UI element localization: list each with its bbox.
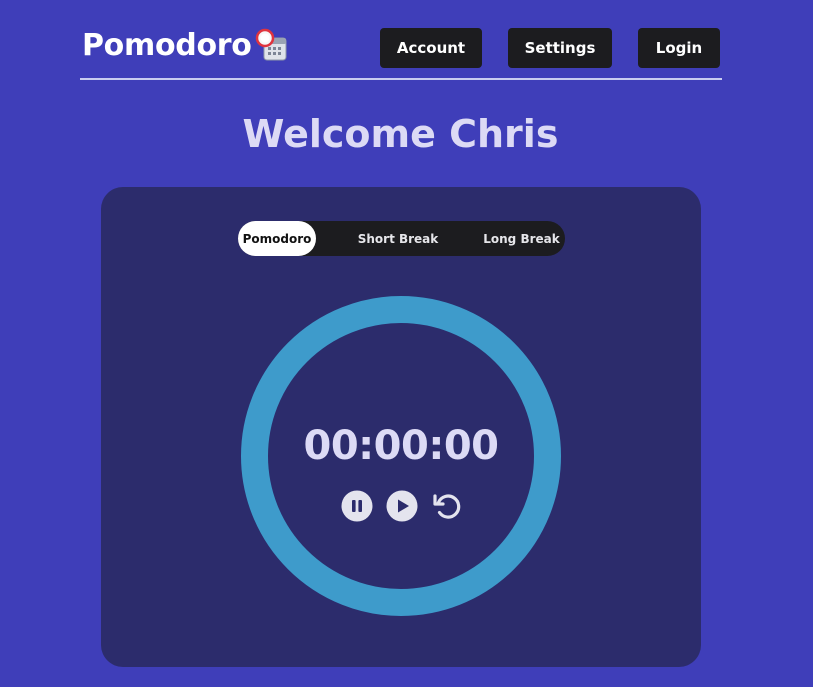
play-icon[interactable] [385, 489, 419, 523]
tab-short-break[interactable]: Short Break [350, 221, 446, 256]
header: Pomodoro Account Settings Login [80, 26, 722, 80]
timer-card: Pomodoro Short Break Long Break 00:00:00 [101, 187, 701, 667]
settings-button[interactable]: Settings [508, 28, 612, 68]
pause-icon[interactable] [340, 489, 374, 523]
tab-pomodoro[interactable]: Pomodoro [238, 221, 316, 256]
login-button[interactable]: Login [638, 28, 720, 68]
calendar-clock-icon [255, 28, 287, 60]
timer-controls [339, 489, 469, 525]
reset-icon[interactable] [430, 489, 464, 523]
tab-long-break[interactable]: Long Break [478, 221, 565, 256]
brand-name: Pomodoro [82, 28, 252, 63]
brand-logo[interactable]: Pomodoro [82, 28, 290, 63]
timer-display: 00:00:00 [303, 423, 499, 469]
welcome-title: Welcome Chris [242, 112, 559, 156]
account-button[interactable]: Account [380, 28, 482, 68]
mode-selector: Pomodoro Short Break Long Break [238, 221, 565, 256]
